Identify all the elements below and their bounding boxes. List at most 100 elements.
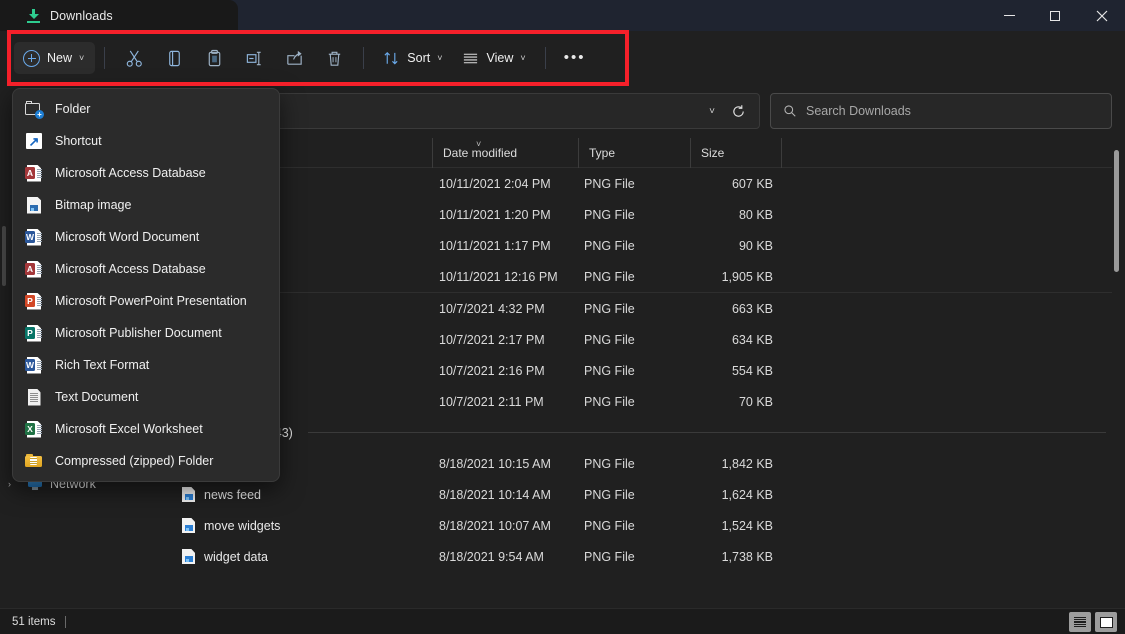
close-button[interactable]: [1079, 0, 1125, 31]
file-size-cell: 607 KB: [660, 168, 773, 199]
download-arrow-icon: [26, 8, 41, 23]
large-icons-view-button[interactable]: [1095, 612, 1117, 632]
column-header-size[interactable]: Size: [690, 138, 779, 168]
menu-item-text-document[interactable]: Text Document: [13, 381, 279, 413]
file-name-cell: news feed: [182, 479, 261, 510]
copy-button[interactable]: [154, 41, 194, 75]
table-row[interactable]: 10/7/2021 4:32 PMPNG File663 KB: [160, 293, 1112, 324]
file-size-cell: 80 KB: [660, 199, 773, 230]
chevron-down-icon[interactable]: ˅: [699, 106, 725, 117]
file-name-cell: widget data: [182, 541, 268, 572]
delete-button[interactable]: [314, 41, 354, 75]
large-icons-view-icon: [1100, 617, 1113, 628]
maximize-button[interactable]: [1032, 0, 1078, 31]
details-view-button[interactable]: [1069, 612, 1091, 632]
file-name-cell: move widgets: [182, 510, 280, 541]
menu-item-excel[interactable]: X Microsoft Excel Worksheet: [13, 413, 279, 445]
explorer-tab-downloads[interactable]: Downloads: [0, 0, 238, 31]
text-document-icon: [25, 388, 43, 406]
file-type-cell: PNG File: [584, 199, 635, 230]
vertical-scrollbar[interactable]: [1114, 150, 1119, 272]
column-header-type[interactable]: Type: [578, 138, 688, 168]
menu-item-zip-folder[interactable]: Compressed (zipped) Folder: [13, 445, 279, 477]
table-row[interactable]: open widgets8/18/2021 10:15 AMPNG File1,…: [160, 448, 1112, 479]
toolbar-divider-2: [363, 47, 364, 69]
table-row[interactable]: 10/11/2021 1:17 PMPNG File90 KB: [160, 230, 1112, 261]
file-size-cell: 634 KB: [660, 324, 773, 355]
rename-button[interactable]: [234, 41, 274, 75]
menu-item-label: Text Document: [55, 390, 138, 404]
group-header-earlier-this-year[interactable]: ˅ Earlier this year (43): [160, 417, 1112, 448]
minimize-button[interactable]: [986, 0, 1032, 31]
table-row[interactable]: move widgets8/18/2021 10:07 AMPNG File1,…: [160, 510, 1112, 541]
view-button[interactable]: View ˅: [452, 42, 535, 74]
table-row[interactable]: outs10/11/2021 12:16 PMPNG File1,905 KB: [160, 261, 1112, 292]
see-more-button[interactable]: •••: [555, 41, 595, 75]
file-size-cell: 70 KB: [660, 386, 773, 417]
menu-item-label: Folder: [55, 102, 90, 116]
png-file-icon: [182, 549, 195, 564]
table-row[interactable]: widget data8/18/2021 9:54 AMPNG File1,73…: [160, 541, 1112, 572]
file-date-cell: 10/7/2021 2:17 PM: [439, 324, 545, 355]
rename-icon: [245, 49, 264, 68]
chevron-down-icon: ˅: [79, 54, 84, 63]
file-date-cell: 10/11/2021 12:16 PM: [439, 261, 558, 292]
file-date-cell: 8/18/2021 10:14 AM: [439, 479, 551, 510]
cut-button[interactable]: [114, 41, 154, 75]
menu-item-powerpoint[interactable]: PMicrosoft PowerPoint Presentation: [13, 285, 279, 317]
menu-item-shortcut[interactable]: ↗ Shortcut: [13, 125, 279, 157]
paste-button[interactable]: [194, 41, 234, 75]
new-context-menu: + Folder ↗ Shortcut AMicrosoft Access Databa…: [12, 88, 280, 482]
menu-item-label: Compressed (zipped) Folder: [55, 454, 213, 468]
menu-item-wordpad[interactable]: WRich Text Format: [13, 349, 279, 381]
shortcut-icon: ↗: [25, 132, 43, 150]
nav-scrollbar[interactable]: [2, 226, 6, 286]
trash-icon: [325, 49, 344, 68]
menu-item-word[interactable]: WMicrosoft Word Document: [13, 221, 279, 253]
new-button-label: New: [47, 51, 72, 65]
table-row[interactable]: 10/11/2021 2:04 PMPNG File607 KB: [160, 168, 1112, 199]
plus-circle-icon: [23, 50, 40, 67]
chevron-down-icon: ˅: [520, 54, 525, 63]
search-box[interactable]: Search Downloads: [770, 93, 1112, 129]
menu-item-bitmap[interactable]: Bitmap image: [13, 189, 279, 221]
file-type-cell: PNG File: [584, 355, 635, 386]
file-date-cell: 10/11/2021 1:20 PM: [439, 199, 551, 230]
table-row[interactable]: 10/7/2021 2:16 PMPNG File554 KB: [160, 355, 1112, 386]
table-row[interactable]: 10/11/2021 1:20 PM PNG File 80 KB: [160, 199, 1112, 230]
command-toolbar: New ˅: [0, 31, 1125, 85]
wordpad-icon: W: [25, 356, 43, 374]
menu-item-new-folder[interactable]: + Folder: [13, 93, 279, 125]
file-size-cell: 1,738 KB: [660, 541, 773, 572]
word-icon: W: [25, 228, 43, 246]
refresh-button[interactable]: [725, 98, 751, 124]
new-button[interactable]: New ˅: [14, 42, 95, 74]
publisher-icon: P: [25, 324, 43, 342]
close-icon: [1096, 10, 1108, 22]
column-header-divider: [781, 138, 792, 168]
maximize-icon: [1050, 11, 1060, 21]
table-row[interactable]: -10-07 14113510/7/2021 2:11 PMPNG File70…: [160, 386, 1112, 417]
search-icon: [783, 104, 797, 118]
file-type-cell: PNG File: [584, 541, 635, 572]
column-header-date-modified[interactable]: Date modified: [432, 138, 575, 168]
file-type-cell: PNG File: [584, 448, 635, 479]
file-name-label: widget data: [204, 550, 268, 564]
menu-item-access[interactable]: AMicrosoft Access Database: [13, 157, 279, 189]
powerpoint-icon: P: [25, 292, 43, 310]
title-bar: Downloads: [0, 0, 1125, 31]
file-size-cell: 663 KB: [660, 293, 773, 324]
file-name-label: news feed: [204, 488, 261, 502]
sort-button[interactable]: Sort ˅: [373, 42, 452, 74]
menu-item-publisher[interactable]: PMicrosoft Publisher Document: [13, 317, 279, 349]
file-type-cell: PNG File: [584, 230, 635, 261]
share-button[interactable]: [274, 41, 314, 75]
table-row[interactable]: u10/7/2021 2:17 PMPNG File634 KB: [160, 324, 1112, 355]
new-folder-icon: +: [25, 100, 43, 118]
menu-item-label: Shortcut: [55, 134, 102, 148]
menu-item-label: Microsoft Excel Worksheet: [55, 422, 203, 436]
excel-icon: X: [25, 420, 43, 438]
table-row[interactable]: news feed8/18/2021 10:14 AMPNG File1,624…: [160, 479, 1112, 510]
menu-item-access[interactable]: AMicrosoft Access Database: [13, 253, 279, 285]
refresh-icon: [731, 104, 746, 119]
